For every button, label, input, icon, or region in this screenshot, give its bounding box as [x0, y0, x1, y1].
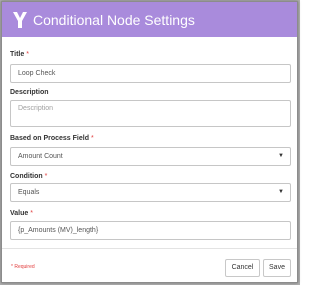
footer-divider [2, 248, 297, 249]
required-asterisk: * [30, 210, 33, 217]
required-asterisk: * [90, 135, 94, 142]
required-note: * Required [11, 264, 35, 270]
condition-select-value: Equals [18, 189, 40, 196]
condition-select[interactable]: Equals ▼ [10, 183, 291, 202]
required-asterisk: * [26, 51, 29, 58]
conditional-node-settings-dialog: Conditional Node Settings Title * Loop C… [1, 1, 298, 283]
process-field-select[interactable]: Amount Count ▼ [10, 147, 291, 166]
title-label-text: Title [10, 51, 25, 58]
condition-label: Condition * [10, 172, 47, 181]
process-field-select-value: Amount Count [18, 153, 63, 160]
dialog-title: Conditional Node Settings [33, 12, 195, 28]
value-label-text: Value [10, 210, 29, 217]
value-input[interactable]: {p_Amounts (MV)_length} [10, 221, 291, 240]
description-textarea[interactable]: Description [10, 100, 291, 127]
required-note-text: * Required [11, 264, 35, 270]
fork-logo-icon [13, 12, 27, 28]
dropdown-caret-icon: ▼ [278, 189, 284, 195]
title-label: Title * [10, 50, 29, 59]
required-asterisk: * [44, 173, 48, 180]
condition-label-text: Condition [10, 173, 43, 180]
process-field-label-text: Based on Process Field [10, 135, 89, 142]
process-field-label: Based on Process Field * [10, 134, 94, 143]
dropdown-caret-icon: ▼ [278, 153, 284, 159]
value-label: Value * [10, 209, 33, 218]
save-button[interactable]: Save [263, 259, 291, 277]
cancel-button[interactable]: Cancel [225, 259, 260, 277]
description-label: Description [10, 89, 49, 96]
title-input[interactable]: Loop Check [10, 64, 291, 83]
dialog-header: Conditional Node Settings [2, 2, 297, 37]
